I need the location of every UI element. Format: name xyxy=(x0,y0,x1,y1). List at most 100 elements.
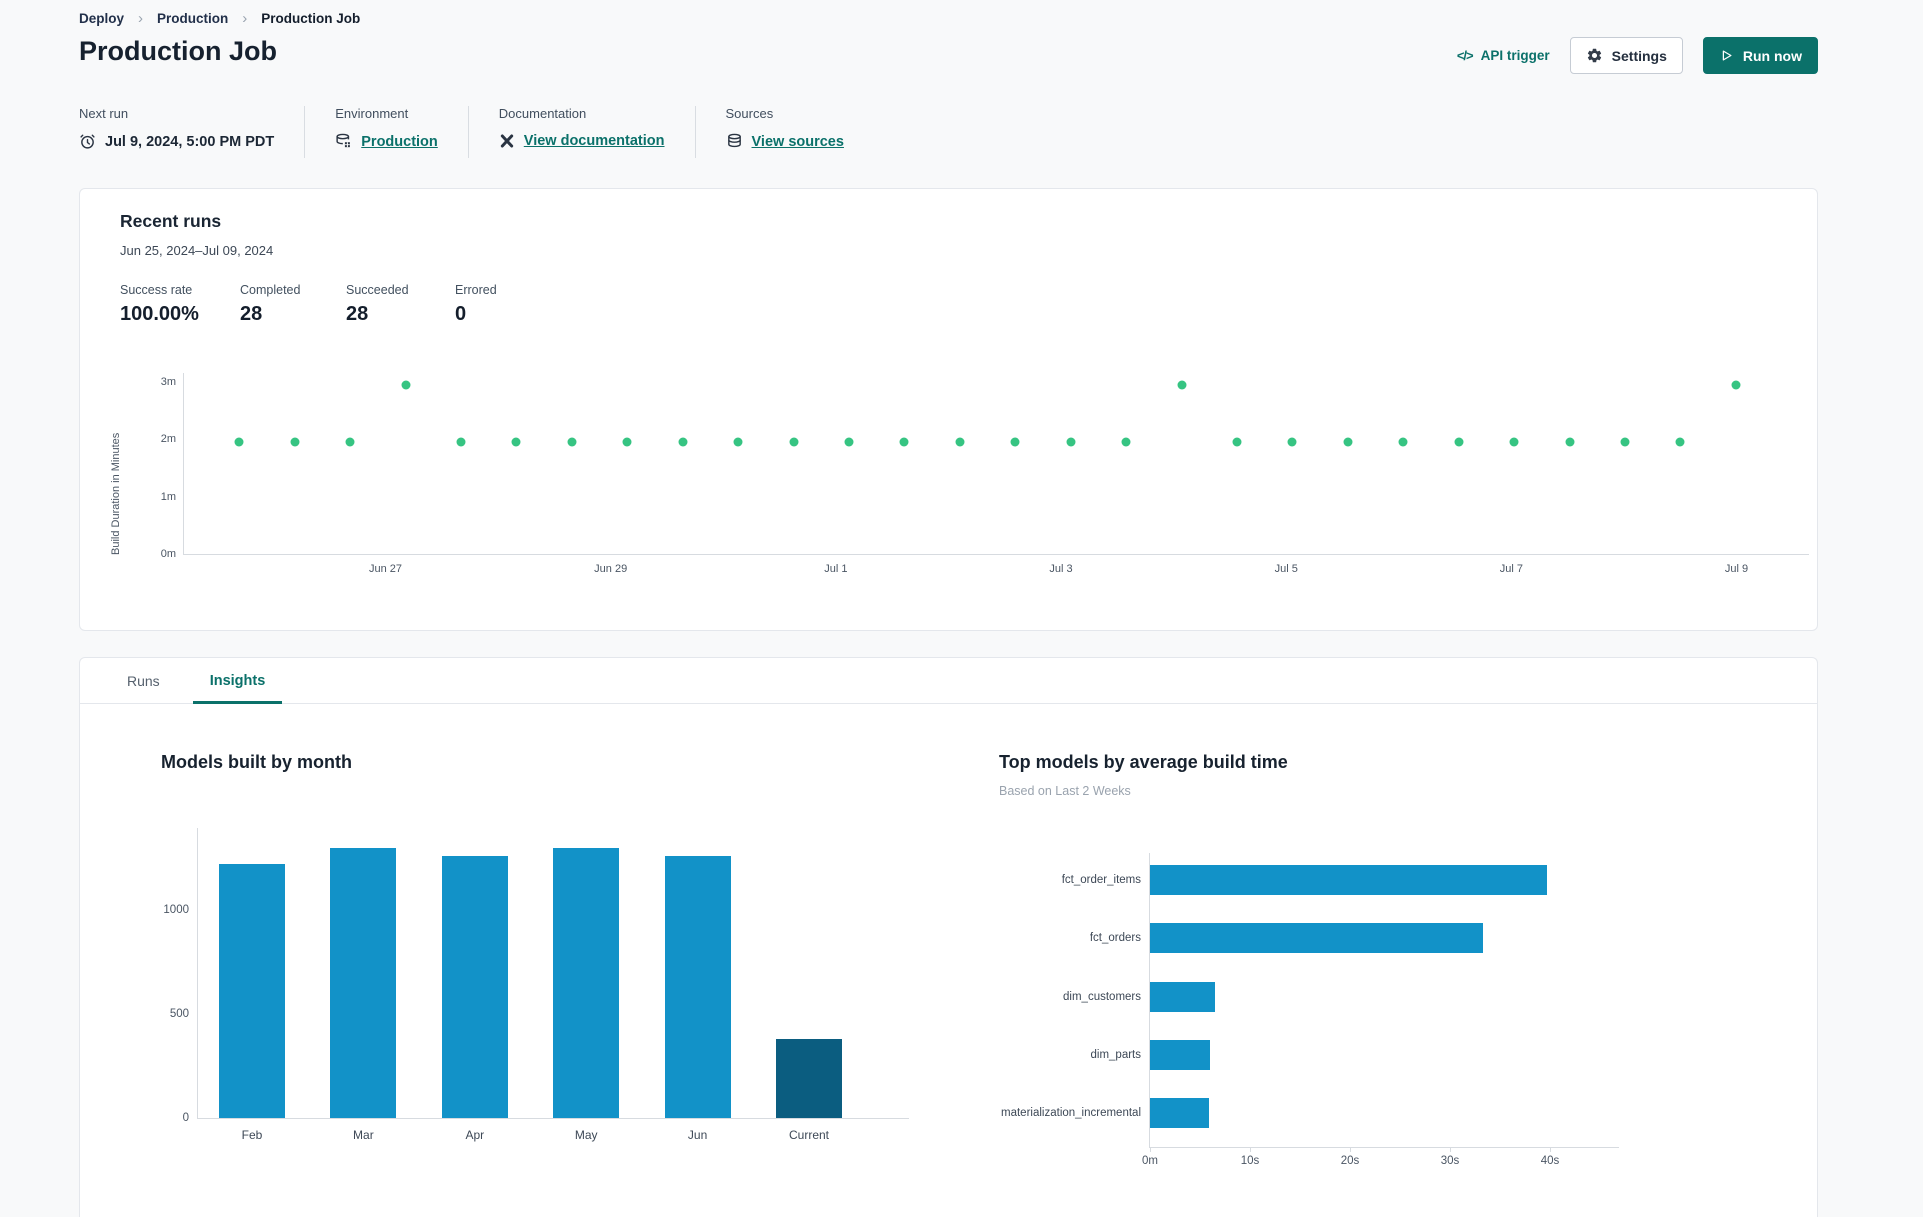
stat-label: Completed xyxy=(240,283,301,297)
sources-group: Sources View sources xyxy=(694,106,874,158)
next-run-value: Jul 9, 2024, 5:00 PM PDT xyxy=(105,133,275,150)
model-bar[interactable] xyxy=(1150,981,1215,1012)
month-bar-label: Jun xyxy=(687,1128,708,1142)
model-bar[interactable] xyxy=(1150,1039,1210,1070)
model-bar-label: fct_orders xyxy=(1089,932,1141,945)
gear-icon xyxy=(1586,47,1603,64)
month-bar-label: Apr xyxy=(465,1128,485,1142)
run-dot[interactable] xyxy=(1509,437,1519,447)
scatter-x-tick-label: Jul 7 xyxy=(1499,563,1523,575)
scatter-x-tick-label: Jun 27 xyxy=(368,563,403,575)
run-dot[interactable] xyxy=(733,437,743,447)
breadcrumb-deploy[interactable]: Deploy xyxy=(79,11,124,26)
model-bar[interactable] xyxy=(1150,923,1483,954)
scatter-x-tick-label: Jul 9 xyxy=(1724,563,1749,575)
model-bar-label: dim_customers xyxy=(1063,990,1141,1003)
production-job-page: Deploy › Production › Production Job Pro… xyxy=(0,0,1923,1217)
month-bar[interactable] xyxy=(553,847,620,1118)
sources-label: Sources xyxy=(725,106,774,121)
run-dot[interactable] xyxy=(234,437,244,447)
breadcrumb-current-page: Production Job xyxy=(261,11,361,26)
run-dot[interactable] xyxy=(567,437,577,447)
next-run-group: Next run Jul 9, 2024, 5:00 PM PDT xyxy=(79,106,304,158)
settings-label: Settings xyxy=(1611,47,1667,64)
run-dot[interactable] xyxy=(1565,437,1575,447)
environment-link[interactable]: Production xyxy=(361,134,438,150)
run-dot[interactable] xyxy=(456,437,466,447)
run-dot[interactable] xyxy=(955,437,965,447)
month-bar[interactable] xyxy=(219,864,285,1118)
settings-button[interactable]: Settings xyxy=(1569,37,1683,74)
month-bar[interactable] xyxy=(441,856,508,1118)
build-duration-plot: 0m 1m 2m 3m Jun 27 Jun 29 Jul 1 Jul 3 Jul 5 Jul 7… xyxy=(161,373,1809,575)
stat-completed: Completed 28 xyxy=(240,283,346,326)
stat-value: 28 xyxy=(240,303,263,325)
documentation-label: Documentation xyxy=(498,106,587,121)
run-dot[interactable] xyxy=(622,437,632,447)
recent-runs-date-range: Jun 25, 2024–Jul 09, 2024 xyxy=(120,243,274,258)
chevron-right-icon: › xyxy=(242,10,248,27)
duration-tick-mark xyxy=(1450,1147,1451,1152)
model-bar[interactable] xyxy=(1150,865,1547,895)
page-title: Production Job xyxy=(79,36,277,66)
view-sources-link[interactable]: View sources xyxy=(752,134,844,150)
scatter-y-tick-label: 0m xyxy=(160,548,176,560)
run-dot[interactable] xyxy=(1454,437,1464,447)
month-bar-label: Mar xyxy=(353,1128,374,1142)
run-dot[interactable] xyxy=(1177,380,1187,390)
tab-insights[interactable]: Insights xyxy=(185,658,291,704)
scatter-x-tick-label: Jun 29 xyxy=(594,563,628,575)
run-dot[interactable] xyxy=(1121,437,1131,447)
stat-value: 0 xyxy=(455,303,467,325)
database-gear-icon xyxy=(335,133,352,150)
run-dot[interactable] xyxy=(1620,437,1630,447)
run-dot[interactable] xyxy=(1398,437,1408,447)
run-now-button[interactable]: Run now xyxy=(1702,37,1818,74)
run-dot[interactable] xyxy=(511,437,521,447)
run-dot[interactable] xyxy=(1287,437,1297,447)
run-dot[interactable] xyxy=(789,437,799,447)
scatter-y-tick-label: 2m xyxy=(160,433,176,446)
duration-tick-label: 40s xyxy=(1540,1155,1560,1167)
code-icon: </> xyxy=(1456,48,1474,63)
month-bar[interactable] xyxy=(330,847,397,1118)
duration-tick-label: 30s xyxy=(1440,1155,1460,1167)
scatter-y-tick-label: 1m xyxy=(160,490,176,503)
run-dot[interactable] xyxy=(1731,380,1741,390)
run-dot[interactable] xyxy=(1675,437,1685,447)
run-dot[interactable] xyxy=(678,437,688,447)
top-models-subtitle: Based on Last 2 Weeks xyxy=(999,784,1131,798)
breadcrumb-production[interactable]: Production xyxy=(157,11,228,26)
run-dot[interactable] xyxy=(401,380,411,390)
dbt-docs-icon xyxy=(499,133,515,149)
run-now-label: Run now xyxy=(1742,47,1802,64)
run-dot[interactable] xyxy=(1343,437,1353,447)
duration-tick-mark xyxy=(1250,1147,1251,1152)
stat-label: Errored xyxy=(455,283,497,297)
run-dot[interactable] xyxy=(345,437,355,447)
breadcrumb: Deploy › Production › Production Job xyxy=(79,10,360,27)
job-overview-bar: Next run Jul 9, 2024, 5:00 PM PDT Enviro… xyxy=(79,106,874,158)
api-trigger-label: API trigger xyxy=(1480,48,1550,63)
model-bar-label: fct_order_items xyxy=(1061,874,1141,886)
view-documentation-link[interactable]: View documentation xyxy=(524,133,665,149)
month-y-tick-label: 500 xyxy=(169,1008,189,1021)
run-dot[interactable] xyxy=(290,437,300,447)
model-bar-label: dim_parts xyxy=(1090,1048,1142,1061)
run-dot[interactable] xyxy=(1010,437,1020,447)
recent-runs-title: Recent runs xyxy=(120,211,222,231)
run-dot[interactable] xyxy=(899,437,909,447)
api-trigger-link[interactable]: </> API trigger xyxy=(1457,48,1550,63)
run-dot[interactable] xyxy=(1232,437,1242,447)
scatter-x-tick-label: Jul 1 xyxy=(824,563,848,575)
job-detail-card: Runs Insights Models built by month Feb M… xyxy=(79,657,1818,1217)
month-bar[interactable] xyxy=(776,1039,842,1118)
tab-runs[interactable]: Runs xyxy=(102,658,185,703)
run-dot[interactable] xyxy=(1066,437,1076,447)
month-bar[interactable] xyxy=(664,856,731,1118)
run-dot[interactable] xyxy=(844,437,854,447)
models-by-month-plot: Feb Mar Apr May Jun Current 0 500 1000 xyxy=(163,828,909,1142)
model-bar[interactable] xyxy=(1150,1098,1209,1129)
stat-value: 28 xyxy=(346,303,369,325)
header-actions: </> API trigger Settings Run now xyxy=(1457,37,1818,74)
